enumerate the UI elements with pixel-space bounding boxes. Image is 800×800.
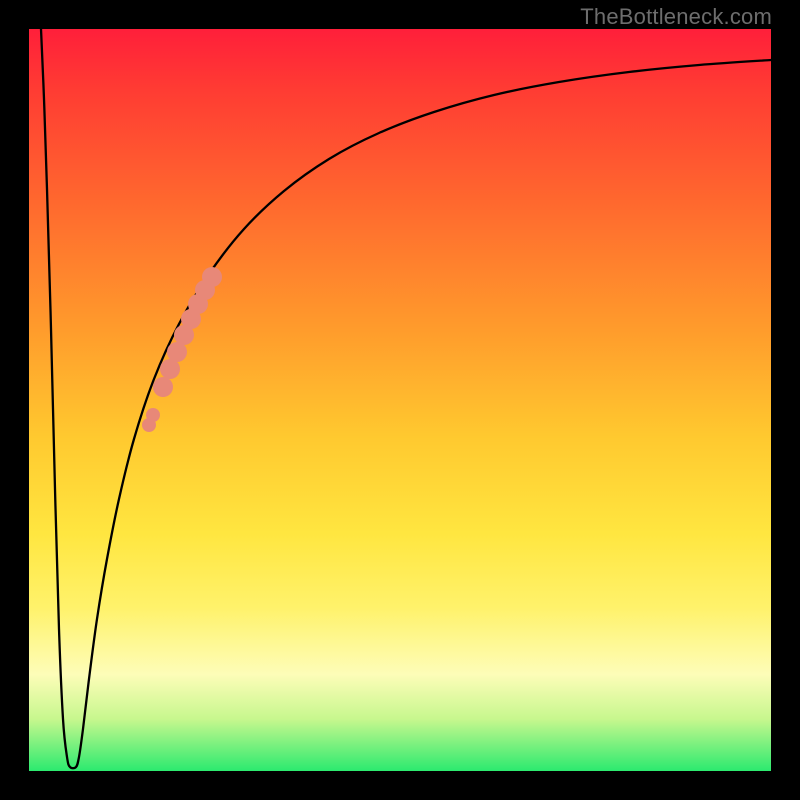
- plot-area: [29, 29, 771, 771]
- highlight-dot: [146, 408, 160, 422]
- plot-svg: [29, 29, 771, 771]
- highlight-dots: [142, 267, 222, 432]
- chart-frame: TheBottleneck.com: [0, 0, 800, 800]
- watermark-text: TheBottleneck.com: [580, 4, 772, 30]
- highlight-dot: [153, 377, 173, 397]
- highlight-dot: [202, 267, 222, 287]
- bottleneck-curve: [41, 29, 771, 768]
- curve-path: [41, 29, 771, 768]
